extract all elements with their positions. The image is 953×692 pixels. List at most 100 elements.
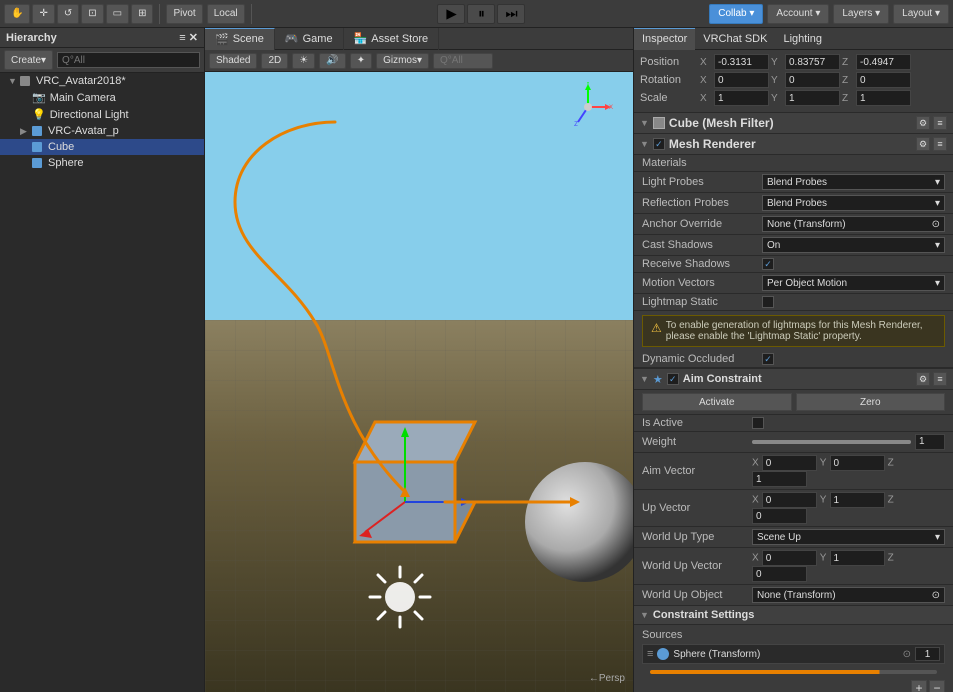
layers-btn[interactable]: Layers ▾ — [833, 4, 889, 24]
collab-btn[interactable]: Collab ▾ — [709, 4, 763, 24]
aim-z-input[interactable] — [752, 471, 807, 487]
mr-settings-icon[interactable]: ⚙ — [916, 137, 930, 151]
aim-constraint-header[interactable]: ▼ ★ Aim Constraint ⚙ ≡ — [634, 369, 953, 390]
aim-x-input[interactable] — [762, 455, 817, 471]
sep1 — [159, 4, 160, 24]
list-item[interactable]: 📷 Main Camera — [0, 89, 204, 106]
up-z-input[interactable] — [752, 508, 807, 524]
light-probes-dropdown[interactable]: Blend Probes ▾ — [762, 174, 945, 190]
scale-y-input[interactable] — [785, 90, 840, 106]
scene-search[interactable] — [433, 53, 493, 69]
tab-scene[interactable]: 🎬 Scene — [205, 28, 275, 50]
ac-enabled[interactable] — [667, 373, 679, 385]
tab-asset-store[interactable]: 🏪 Asset Store — [344, 28, 440, 50]
pos-y-input[interactable] — [785, 54, 840, 70]
tab-lighting[interactable]: Lighting — [775, 28, 830, 50]
light-probes-value[interactable]: Blend Probes ▾ — [762, 174, 945, 190]
rotate-tool[interactable]: ↺ — [57, 4, 79, 24]
2d-btn[interactable]: 2D — [261, 53, 288, 69]
hier-item-label: Sphere — [48, 157, 83, 169]
list-item[interactable]: Cube — [0, 139, 204, 155]
rect-tool[interactable]: ▭ — [106, 4, 129, 24]
pos-z-input[interactable] — [856, 54, 911, 70]
up-y-input[interactable] — [830, 492, 885, 508]
remove-source-btn[interactable]: − — [929, 680, 945, 692]
account-btn[interactable]: Account ▾ — [767, 4, 829, 24]
play-btn[interactable]: ▶ — [437, 4, 465, 24]
rot-x-input[interactable] — [714, 72, 769, 88]
step-btn[interactable]: ⏭ — [497, 4, 525, 24]
hier-item-label: Directional Light — [50, 109, 129, 121]
lights-btn[interactable]: ☀ — [292, 53, 315, 69]
mr-menu-icon[interactable]: ≡ — [933, 137, 947, 151]
local-btn[interactable]: Local — [207, 4, 245, 24]
cast-shadows-dropdown[interactable]: On ▾ — [762, 237, 945, 253]
aim-vector-label: Aim Vector — [642, 465, 752, 477]
rot-y-input[interactable] — [785, 72, 840, 88]
add-source-btn[interactable]: + — [911, 680, 927, 692]
list-item[interactable]: Sphere — [0, 155, 204, 171]
pause-btn[interactable]: ⏸ — [467, 4, 495, 24]
effects-btn[interactable]: ✦ — [350, 53, 372, 69]
activate-btn[interactable]: Activate — [642, 393, 792, 411]
scale-tool[interactable]: ⊡ — [81, 4, 103, 24]
wuv-x-input[interactable] — [762, 550, 817, 566]
tab-inspector[interactable]: Inspector — [634, 28, 695, 50]
hier-item-label: Main Camera — [50, 92, 116, 104]
menu-icon[interactable]: ≡ — [933, 116, 947, 130]
tab-vrchat-sdk[interactable]: VRChat SDK — [695, 28, 775, 50]
is-active-check[interactable] — [752, 417, 764, 429]
mr-enabled[interactable] — [653, 138, 665, 150]
hand-tool[interactable]: ✋ — [4, 4, 30, 24]
scene-view[interactable]: Y X Z — [205, 72, 633, 692]
source-weight-input[interactable] — [915, 647, 940, 661]
world-up-object-field[interactable]: None (Transform) ⊙ — [752, 587, 945, 603]
source-actions: + − — [642, 680, 945, 692]
ry-axis: Y — [771, 75, 783, 86]
hierarchy-panel: Hierarchy ≡ ✕ Create▾ ▼ VRC_Avatar2018* … — [0, 28, 205, 692]
reflection-probes-dropdown[interactable]: Blend Probes ▾ — [762, 195, 945, 211]
wuv-y-input[interactable] — [830, 550, 885, 566]
receive-shadows-check[interactable] — [762, 258, 774, 270]
aim-constraint-section: ▼ ★ Aim Constraint ⚙ ≡ Activate Zero Is … — [634, 369, 953, 692]
aim-vector-field: X Y Z — [752, 455, 945, 487]
shaded-btn[interactable]: Shaded — [209, 53, 257, 69]
hier-item-label: VRC-Avatar_p — [48, 125, 119, 137]
pos-x-input[interactable] — [714, 54, 769, 70]
gizmos-btn[interactable]: Gizmos▾ — [376, 53, 429, 69]
pivot-btn[interactable]: Pivot — [166, 4, 202, 24]
tab-game[interactable]: 🎮 Game — [275, 28, 344, 50]
scale-z-input[interactable] — [856, 90, 911, 106]
aim-y-input[interactable] — [830, 455, 885, 471]
weight-row: Weight 1 — [634, 432, 953, 453]
svg-text:X: X — [609, 105, 613, 111]
up-x-input[interactable] — [762, 492, 817, 508]
settings-icon[interactable]: ⚙ — [916, 116, 930, 130]
ac-menu-icon[interactable]: ≡ — [933, 372, 947, 386]
list-item[interactable]: ▶ VRC-Avatar_p — [0, 123, 204, 139]
cube-filter-header[interactable]: ▼ Cube (Mesh Filter) ⚙ ≡ — [634, 113, 953, 134]
warning-box: ⚠ To enable generation of lightmaps for … — [642, 315, 945, 347]
lightmap-static-check[interactable] — [762, 296, 774, 308]
audio-btn[interactable]: 🔊 — [319, 53, 345, 69]
rot-z-input[interactable] — [856, 72, 911, 88]
motion-vectors-dropdown[interactable]: Per Object Motion ▾ — [762, 275, 945, 291]
weight-slider-bar[interactable] — [752, 440, 911, 444]
world-up-type-dropdown[interactable]: Scene Up ▾ — [752, 529, 945, 545]
zero-btn[interactable]: Zero — [796, 393, 946, 411]
wuv-z-input[interactable] — [752, 566, 807, 582]
list-item[interactable]: 💡 Directional Light — [0, 106, 204, 123]
move-tool[interactable]: ✛ — [32, 4, 54, 24]
dynamic-occluded-check[interactable] — [762, 353, 774, 365]
mesh-renderer-header[interactable]: ▼ Mesh Renderer ⚙ ≡ — [634, 134, 953, 155]
create-btn[interactable]: Create▾ — [4, 50, 53, 70]
layout-btn[interactable]: Layout ▾ — [893, 4, 949, 24]
hierarchy-search[interactable] — [57, 52, 200, 68]
ac-settings-icon[interactable]: ⚙ — [916, 372, 930, 386]
scale-x-input[interactable] — [714, 90, 769, 106]
constraint-settings-header[interactable]: ▼ Constraint Settings — [634, 606, 953, 625]
orange-slider[interactable] — [650, 670, 937, 674]
list-item[interactable]: ▼ VRC_Avatar2018* — [0, 73, 204, 89]
transform-tool[interactable]: ⊞ — [131, 4, 153, 24]
anchor-override-field[interactable]: None (Transform) ⊙ — [762, 216, 945, 232]
